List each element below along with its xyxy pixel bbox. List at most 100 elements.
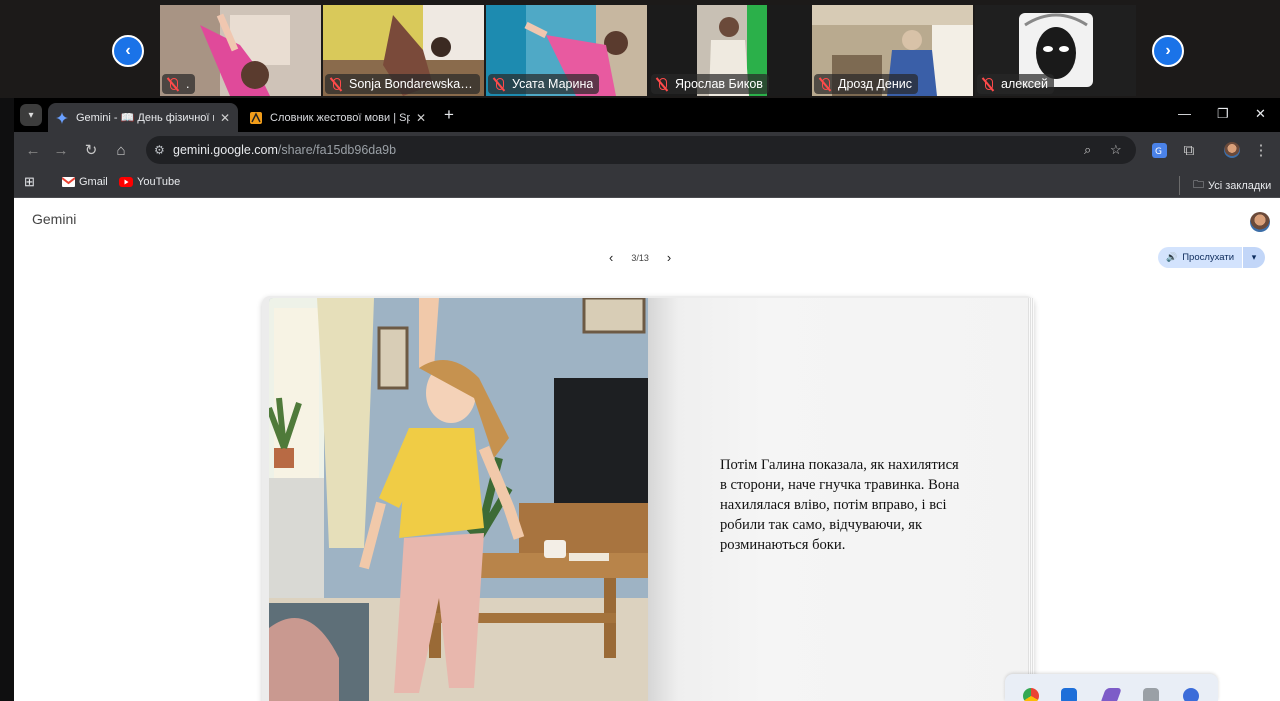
page-counter: 3/13 [631,252,649,263]
new-tab-button[interactable]: + [444,105,454,125]
close-tab-icon[interactable]: ✕ [220,111,230,125]
mic-off-icon [329,77,343,91]
book-page-edges [1028,298,1034,701]
spreadthesign-icon [250,111,262,124]
tab-search-button[interactable]: ▾ [20,104,42,126]
gemini-title: Gemini [32,211,77,227]
home-button[interactable]: ⌂ [112,141,130,159]
profile-button[interactable] [1223,141,1241,159]
story-text-page: Потім Галина показала, як нахилятися в с… [648,298,1028,701]
participant-tile[interactable]: алексей [975,5,1136,96]
bookmark-gmail[interactable]: Gmail [62,176,108,188]
bookmark-label: YouTube [137,176,181,188]
mic-off-icon [166,77,180,91]
tab-gemini[interactable]: Gemini - 📖 День фізичної культури ✕ [48,103,238,132]
zoom-search-icon[interactable]: ⌕ [1084,142,1091,158]
edge-icon[interactable] [1061,688,1077,701]
all-bookmarks-button[interactable]: 🗀 Усі закладки [1179,176,1271,195]
listen-button[interactable]: 🔊 Прослухати [1158,247,1243,268]
minimize-button[interactable]: — [1178,106,1191,121]
reload-button[interactable]: ↻ [82,141,100,159]
forward-button[interactable]: → [52,141,70,159]
storybook: Потім Галина показала, як нахилятися в с… [262,296,1034,701]
puzzle-icon: ⧉ [1183,141,1195,159]
tab-strip: ▾ Gemini - 📖 День фізичної культури ✕ Сл… [14,98,1280,132]
participant-name-tag: алексей [977,74,1054,94]
participant-tiles: . Sonja Bondarewskaja ... Усата Марина Я… [160,5,1136,96]
chevron-right-icon: › [1165,42,1171,59]
participant-name: Дрозд Денис [838,77,913,91]
close-window-button[interactable]: ✕ [1255,106,1266,122]
extensions-button[interactable]: ⧉ [1180,141,1198,159]
browser-window: ▾ Gemini - 📖 День фізичної культури ✕ Сл… [14,98,1280,701]
translate-button[interactable]: G [1150,141,1168,159]
bookmark-youtube[interactable]: YouTube [119,176,180,188]
pen-icon[interactable] [1100,688,1122,701]
floating-dock [1005,674,1218,701]
translate-icon: G [1151,142,1167,158]
illustration-girl-stretching [269,298,648,701]
apps-grid-icon: ⊞ [24,174,35,189]
participant-name-tag: Дрозд Денис [814,74,919,94]
star-icon[interactable]: ☆ [1110,142,1122,158]
story-text: Потім Галина показала, як нахилятися в с… [720,457,960,553]
participant-tile[interactable]: . [160,5,321,96]
site-info-icon[interactable]: ⚙ [154,143,168,157]
participant-tile[interactable]: Дрозд Денис [812,5,973,96]
user-avatar[interactable] [1250,212,1270,232]
browser-icon[interactable] [1183,688,1199,701]
youtube-icon [119,177,133,187]
video-call-strip: ‹ . Sonja Bondarewskaja ... Усата Марина… [0,0,1280,98]
participant-name-tag: Усата Марина [488,74,600,94]
mic-off-icon [818,77,832,91]
folder-icon: 🗀 [1193,179,1204,191]
listen-label: Прослухати [1182,252,1235,263]
mail-icon[interactable] [1143,688,1159,701]
tab-title: Gemini - 📖 День фізичної культури [76,112,214,124]
arrow-left-icon: ← [25,141,41,159]
address-bar[interactable]: ⚙ gemini.google.com/share/fa15db96da9b ⌕… [146,136,1136,164]
maximize-button[interactable]: ❐ [1217,106,1229,122]
chevron-left-icon: ‹ [125,42,131,59]
participant-name-tag: Sonja Bondarewskaja ... [325,74,480,94]
url-text[interactable]: gemini.google.com/share/fa15db96da9b [173,143,396,157]
all-bookmarks-label: Усі закладки [1208,179,1272,192]
prev-page-button[interactable]: ‹ [609,250,613,265]
participant-name-tag: . [162,74,196,94]
home-icon: ⌂ [116,141,126,159]
participant-tile[interactable]: Sonja Bondarewskaja ... [323,5,484,96]
browser-menu-button[interactable]: ⋮ [1252,141,1270,159]
bookmarks-bar: ⊞ Gmail YouTube 🗀 Усі закладки [14,168,1280,198]
bookmark-label: Gmail [79,176,108,188]
mic-off-icon [655,77,669,91]
close-tab-icon[interactable]: ✕ [416,111,426,125]
back-button[interactable]: ← [24,141,42,159]
gemini-page: Gemini ‹ 3/13 › 🔊 Прослухати ▾ Потім Гал… [14,198,1280,701]
chevron-down-icon: ▾ [28,109,34,121]
url-host: gemini.google.com [173,143,278,157]
mic-off-icon [981,77,995,91]
svg-text:G: G [1155,147,1162,157]
participant-name: Ярослав Биков [675,77,763,91]
gemini-sparkle-icon [56,111,68,124]
participant-tile[interactable]: Усата Марина [486,5,647,96]
listen-options-button[interactable]: ▾ [1243,247,1266,268]
listen-control: 🔊 Прослухати ▾ [1158,247,1266,268]
participant-name: . [186,77,190,91]
storybook-pager: ‹ 3/13 › [609,250,671,265]
tab-spreadthesign[interactable]: Словник жестової мови | Spread The Sign … [242,103,434,132]
arrow-right-icon: → [53,141,69,159]
participant-tile[interactable]: Ярослав Биков [649,5,810,96]
apps-button[interactable]: ⊞ [24,174,39,190]
chevron-down-icon: ▾ [1251,252,1257,262]
url-path: /share/fa15db96da9b [277,143,397,157]
gmail-icon [62,177,75,187]
prev-participants-button[interactable]: ‹ [112,35,144,67]
participant-name-tag: Ярослав Биков [651,74,769,94]
next-participants-button[interactable]: › [1152,35,1184,67]
participant-name: Sonja Bondarewskaja ... [349,77,474,91]
mic-off-icon [492,77,506,91]
next-page-button[interactable]: › [667,250,671,265]
participant-name: Усата Марина [512,77,594,91]
chrome-icon[interactable] [1023,688,1039,701]
